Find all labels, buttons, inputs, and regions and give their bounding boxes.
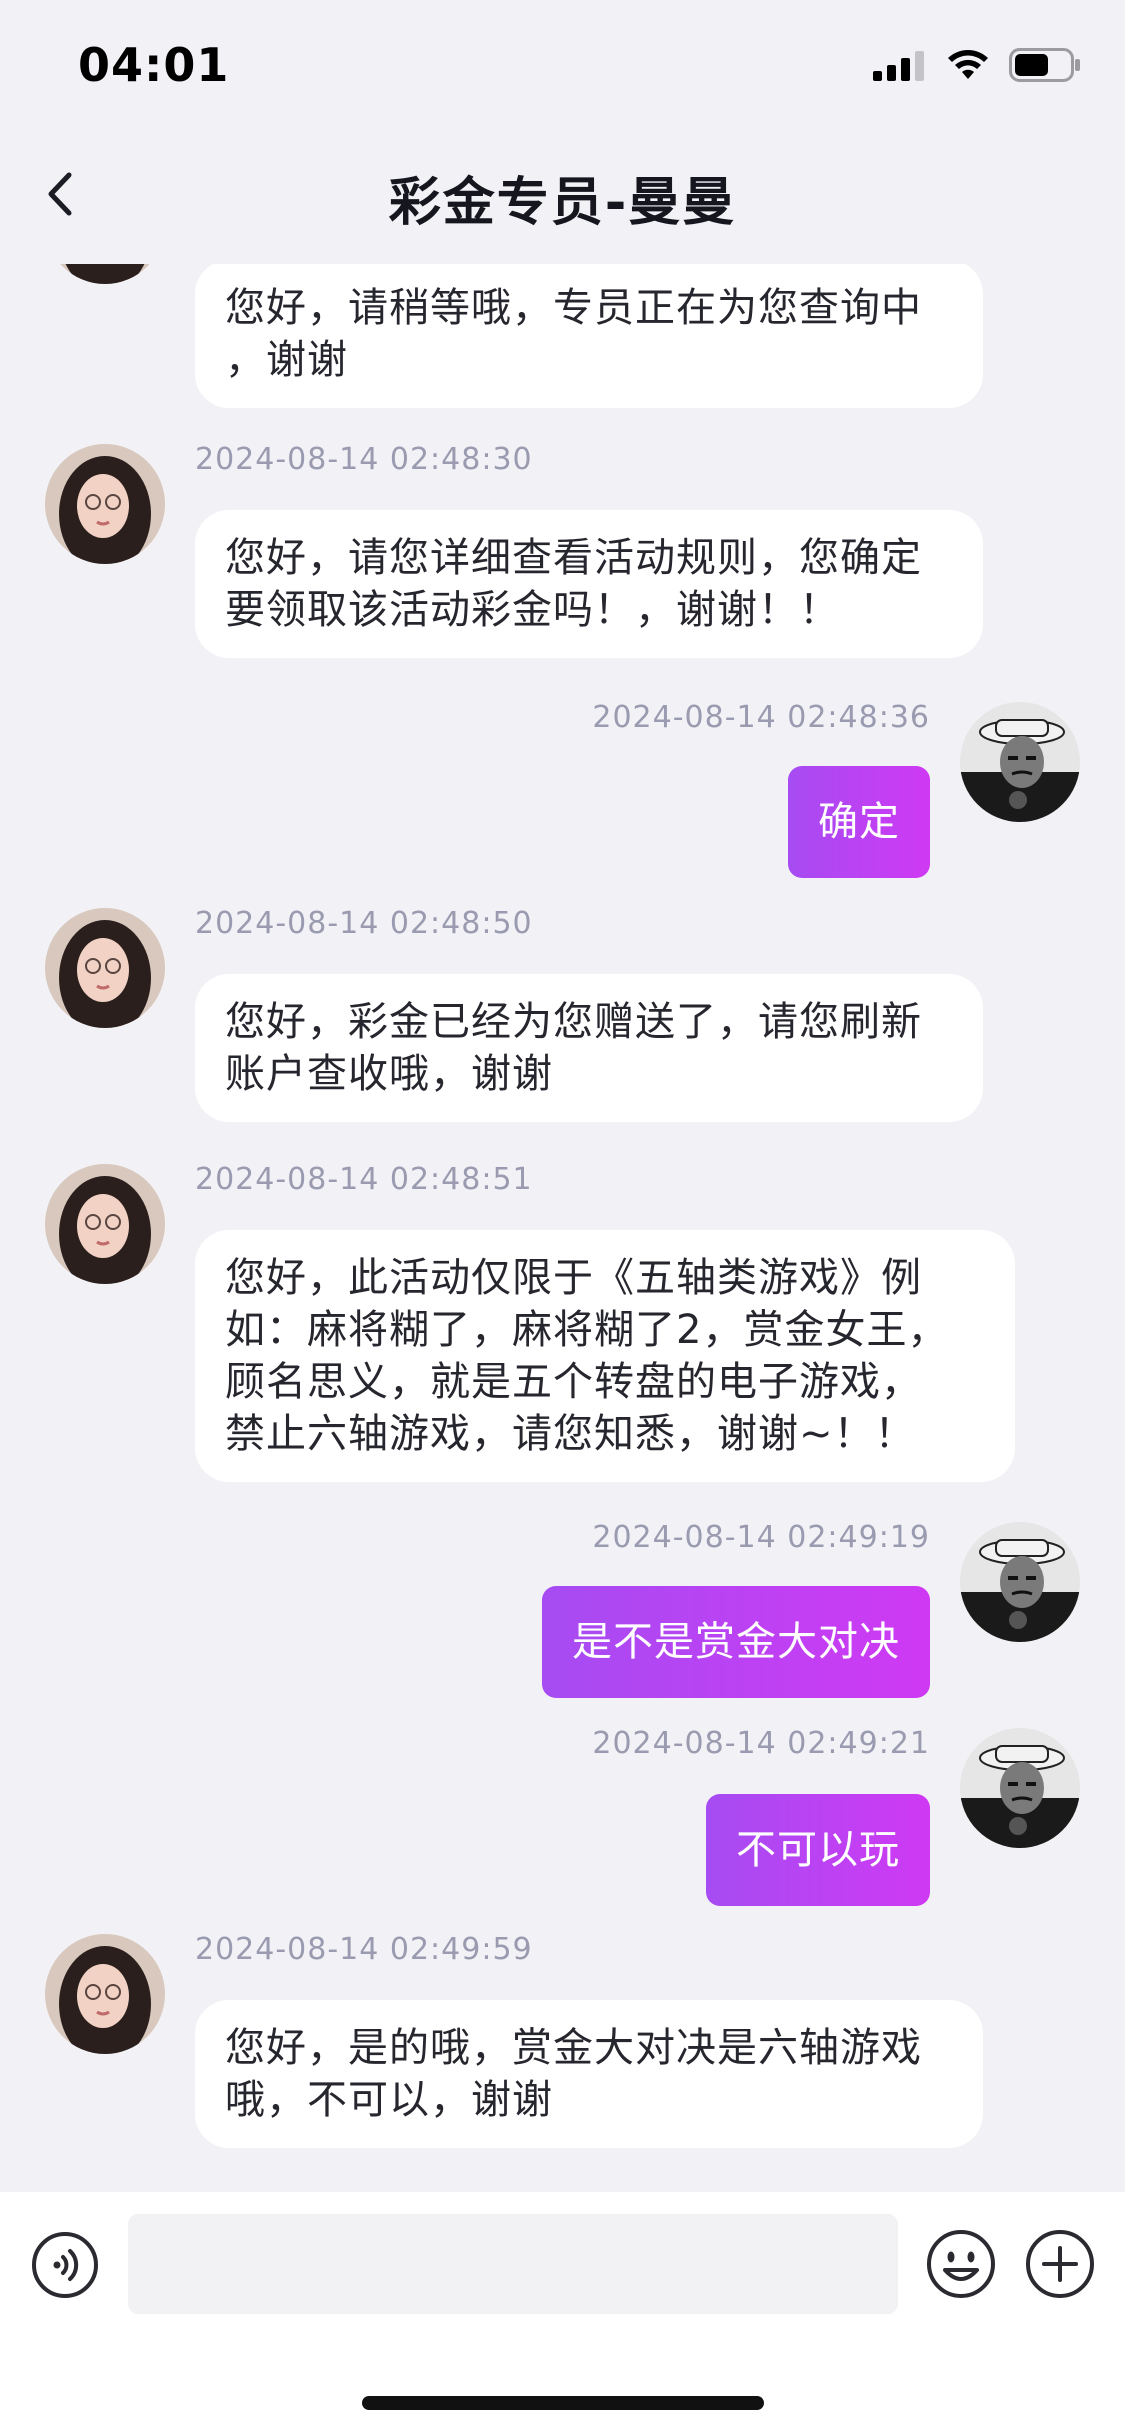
input-bar (0, 2192, 1125, 2436)
message-line: 要领取该活动彩金吗！，谢谢！！ (225, 587, 840, 633)
chat-message-list[interactable]: 您好，请稍等哦，专员正在为您查询中 ，谢谢 2024-08-14 02:48:3… (0, 264, 1125, 2192)
agent-avatar[interactable] (45, 908, 165, 1028)
message-input[interactable] (128, 2214, 898, 2314)
message-timestamp: 2024-08-14 02:48:50 (195, 906, 533, 941)
chat-title: 彩金专员-曼曼 (388, 173, 737, 233)
plus-icon (1024, 2230, 1096, 2304)
message-bubble-incoming[interactable]: 您好，此活动仅限于《五轴类游戏》例 如：麻将糊了，麻将糊了2，赏金女王， 顾名思… (195, 1230, 1015, 1482)
home-indicator (362, 2396, 764, 2410)
message-line: 顾名思义，就是五个转盘的电子游戏， (225, 1359, 922, 1405)
agent-avatar[interactable] (45, 444, 165, 564)
message-line: 您好，是的哦，赏金大对决是六轴游戏 (225, 2025, 922, 2071)
message-line: 您好，此活动仅限于《五轴类游戏》例 (225, 1255, 922, 1301)
status-bar: 04:01 (0, 0, 1125, 132)
cellular-signal-icon (873, 49, 927, 85)
agent-avatar[interactable] (45, 1164, 165, 1284)
message-timestamp: 2024-08-14 02:48:51 (195, 1162, 533, 1197)
user-avatar[interactable] (960, 1522, 1080, 1642)
message-timestamp: 2024-08-14 02:49:59 (195, 1932, 533, 1967)
message-bubble-incoming[interactable]: 您好，彩金已经为您赠送了，请您刷新 账户查收哦，谢谢 (195, 974, 983, 1122)
message-bubble-incoming[interactable]: 您好，是的哦，赏金大对决是六轴游戏 哦，不可以，谢谢 (195, 2000, 983, 2148)
emoji-icon (925, 2230, 997, 2304)
message-line: 您好，请稍等哦，专员正在为您查询中 (225, 285, 922, 331)
message-timestamp: 2024-08-14 02:49:21 (592, 1726, 930, 1761)
status-icons (873, 48, 1081, 86)
plus-button[interactable] (1024, 2228, 1096, 2300)
voice-icon (30, 2232, 100, 2304)
nav-bar: 彩金专员-曼曼 (0, 132, 1125, 264)
message-timestamp: 2024-08-14 02:48:30 (195, 442, 533, 477)
message-line: 哦，不可以，谢谢 (225, 2077, 553, 2123)
battery-icon (1009, 48, 1081, 86)
agent-avatar[interactable] (45, 1934, 165, 2054)
message-line: 账户查收哦，谢谢 (225, 1051, 553, 1097)
agent-avatar[interactable] (45, 264, 165, 284)
message-line: 如：麻将糊了，麻将糊了2，赏金女王， (225, 1307, 949, 1353)
message-bubble-incoming[interactable]: 您好，请稍等哦，专员正在为您查询中 ，谢谢 (195, 264, 983, 408)
wifi-icon (945, 48, 991, 86)
message-line: 禁止六轴游戏，请您知悉，谢谢~！！ (225, 1411, 916, 1457)
message-line: 您好，请您详细查看活动规则，您确定 (225, 535, 922, 581)
status-time: 04:01 (78, 38, 230, 92)
message-timestamp: 2024-08-14 02:49:19 (592, 1520, 930, 1555)
user-avatar[interactable] (960, 702, 1080, 822)
message-line: ，谢谢 (225, 337, 348, 383)
message-bubble-outgoing[interactable]: 确定 (788, 766, 930, 878)
message-timestamp: 2024-08-14 02:48:36 (592, 700, 930, 735)
message-line: 您好，彩金已经为您赠送了，请您刷新 (225, 999, 922, 1045)
user-avatar[interactable] (960, 1728, 1080, 1848)
emoji-button[interactable] (925, 2228, 997, 2300)
message-bubble-incoming[interactable]: 您好，请您详细查看活动规则，您确定 要领取该活动彩金吗！，谢谢！！ (195, 510, 983, 658)
voice-button[interactable] (30, 2230, 100, 2300)
message-bubble-outgoing[interactable]: 是不是赏金大对决 (542, 1586, 930, 1698)
message-bubble-outgoing[interactable]: 不可以玩 (706, 1794, 930, 1906)
